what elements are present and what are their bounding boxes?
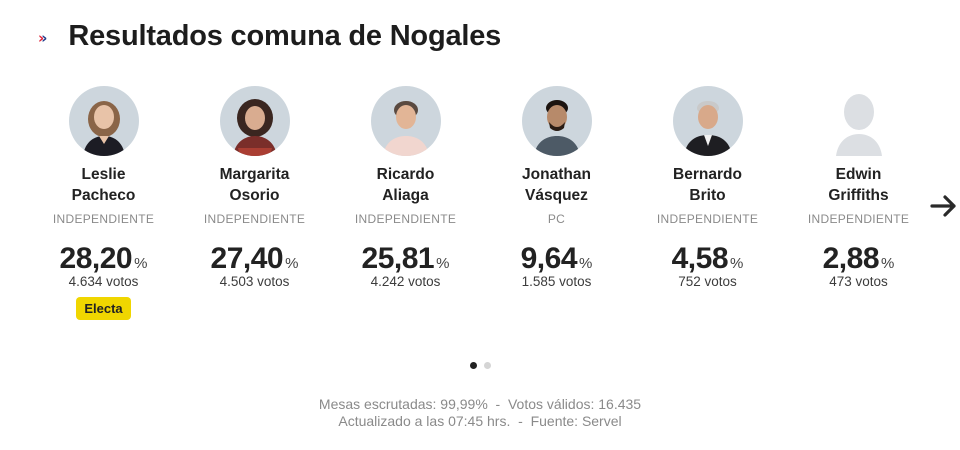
scrutiny-summary: Mesas escrutadas: 99,99% - Votos válidos…: [318, 396, 642, 412]
double-chevron-right-icon: ››: [38, 29, 48, 47]
candidate-party: INDEPENDIENTE: [656, 212, 759, 226]
update-source: Actualizado a las 07:45 hrs. - Fuente: S…: [338, 413, 622, 429]
candidate-card[interactable]: Leslie Pacheco INDEPENDIENTE 28,20% 4.63…: [28, 86, 179, 320]
candidate-name: Leslie Pacheco: [71, 166, 136, 204]
candidate-votes: 1.585 votos: [521, 274, 592, 289]
candidate-name: Edwin Griffiths: [828, 166, 889, 204]
candidate-party: PC: [547, 212, 566, 226]
candidate-photo: [521, 86, 592, 156]
candidate-card[interactable]: Ricardo Aliaga INDEPENDIENTE 25,81% 4.24…: [330, 86, 481, 289]
candidate-votes: 4.503 votos: [219, 274, 290, 289]
candidate-photo: [672, 86, 743, 156]
candidate-percentage: 2,88%: [822, 242, 895, 275]
candidate-photo: [219, 86, 290, 156]
page-title: Resultados comuna de Nogales: [68, 19, 502, 52]
candidate-party: INDEPENDIENTE: [52, 212, 155, 226]
candidate-percentage: 27,40%: [210, 242, 299, 275]
candidate-votes: 4.242 votos: [370, 274, 441, 289]
candidate-percentage: 28,20%: [59, 242, 148, 275]
candidate-card[interactable]: Edwin Griffiths INDEPENDIENTE 2,88% 473 …: [783, 86, 934, 289]
candidate-percentage: 25,81%: [361, 242, 450, 275]
carousel-pagination: [0, 362, 960, 369]
candidate-photo: [68, 86, 139, 156]
elected-badge: Electa: [76, 297, 131, 320]
candidate-votes: 4.634 votos: [68, 274, 139, 289]
candidate-name: Ricardo Aliaga: [376, 166, 435, 204]
candidate-percentage: 9,64%: [520, 242, 593, 275]
results-footer: Mesas escrutadas: 99,99% - Votos válidos…: [0, 396, 960, 430]
person-placeholder-icon: [823, 86, 894, 156]
candidate-photo: [370, 86, 441, 156]
candidate-percentage: 4,58%: [671, 242, 744, 275]
candidate-name: Jonathan Vásquez: [522, 166, 591, 204]
candidate-party: INDEPENDIENTE: [807, 212, 910, 226]
candidate-votes: 473 votos: [829, 274, 888, 289]
arrow-right-icon[interactable]: [928, 190, 960, 222]
pagination-dot-1[interactable]: [469, 362, 477, 369]
header: ›› Resultados comuna de Nogales: [38, 14, 501, 58]
candidate-card[interactable]: Margarita Osorio INDEPENDIENTE 27,40% 4.…: [179, 86, 330, 289]
candidate-party: INDEPENDIENTE: [203, 212, 306, 226]
candidate-name: Bernardo Brito: [673, 166, 742, 204]
candidate-card[interactable]: Bernardo Brito INDEPENDIENTE 4,58% 752 v…: [632, 86, 783, 289]
candidate-party: INDEPENDIENTE: [354, 212, 457, 226]
pagination-dot-2[interactable]: [483, 362, 491, 369]
candidates-carousel: Leslie Pacheco INDEPENDIENTE 28,20% 4.63…: [28, 86, 934, 336]
candidate-votes: 752 votos: [678, 274, 737, 289]
candidate-name: Margarita Osorio: [219, 166, 290, 204]
candidate-card[interactable]: Jonathan Vásquez PC 9,64% 1.585 votos: [481, 86, 632, 289]
